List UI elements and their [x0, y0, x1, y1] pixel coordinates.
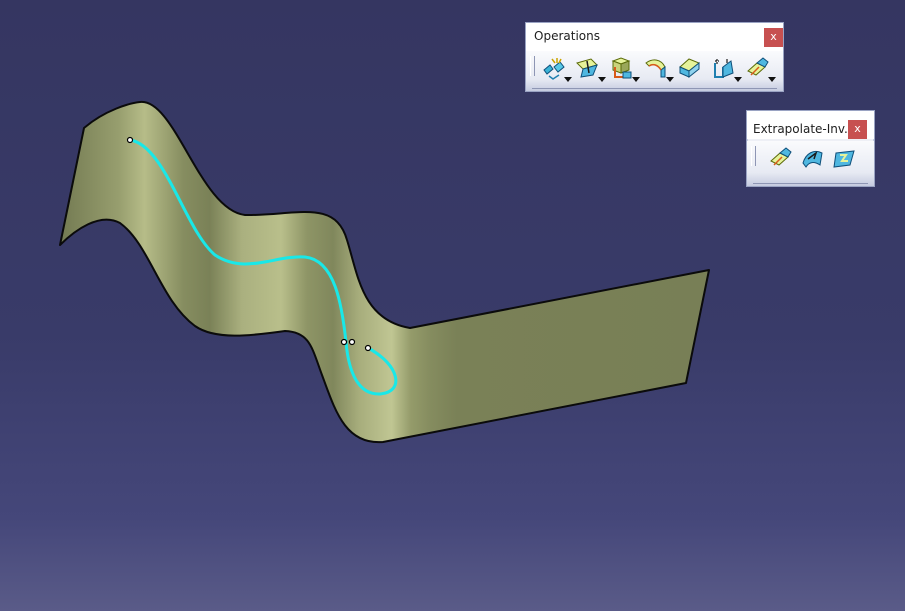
- extract-dropdown-arrow[interactable]: [632, 77, 640, 82]
- extrapolate-button[interactable]: [742, 53, 776, 83]
- extrapolate-invert-toolbar[interactable]: Extrapolate-Inv... x: [746, 110, 875, 187]
- toolbar-grip[interactable]: [530, 56, 535, 76]
- shape-fillet-dropdown-arrow[interactable]: [666, 77, 674, 82]
- curve-start-point[interactable]: [126, 136, 134, 144]
- extrapolate-dropdown-arrow[interactable]: [768, 77, 776, 82]
- near-button[interactable]: [829, 143, 863, 173]
- extrapolate-invert-toolbar-close-button[interactable]: x: [848, 120, 867, 139]
- extrapolate-invert-toolbar-titlebar[interactable]: Extrapolate-Inv... x: [747, 111, 874, 139]
- scaling-button[interactable]: [708, 53, 742, 83]
- curve-point-b[interactable]: [348, 338, 356, 346]
- scaling-dropdown-arrow[interactable]: [734, 77, 742, 82]
- operations-toolbar-titlebar[interactable]: Operations x: [526, 23, 783, 51]
- operations-toolbar-close-button[interactable]: x: [764, 28, 783, 47]
- join-dropdown-arrow[interactable]: [564, 77, 572, 82]
- operations-toolbar-body: [526, 51, 783, 91]
- extrapolate-icon: [770, 147, 792, 166]
- invert-orientation-button[interactable]: [797, 143, 831, 173]
- operations-toolbar[interactable]: Operations x: [525, 22, 784, 92]
- extrapolate-invert-toolbar-title: Extrapolate-Inv...: [753, 122, 847, 136]
- toolbar-bottom-edge: [753, 183, 868, 184]
- translate-icon: [679, 58, 700, 79]
- toolbar-grip[interactable]: [751, 146, 756, 166]
- curve-end-point[interactable]: [364, 344, 372, 352]
- split-button[interactable]: [572, 53, 606, 83]
- extract-button[interactable]: [606, 53, 640, 83]
- operations-toolbar-title: Operations: [534, 29, 600, 43]
- split-dropdown-arrow[interactable]: [598, 77, 606, 82]
- toolbar-bottom-edge: [532, 88, 777, 89]
- shape-fillet-button[interactable]: [640, 53, 674, 83]
- curve-point-a[interactable]: [340, 338, 348, 346]
- swept-surface[interactable]: [59, 100, 710, 444]
- translate-button[interactable]: [674, 53, 708, 83]
- extrapolate-tool-button[interactable]: [765, 143, 799, 173]
- extrapolate-invert-toolbar-body: [747, 141, 874, 186]
- join-button[interactable]: [538, 53, 572, 83]
- invert-orientation-icon: [802, 150, 823, 168]
- near-icon: [833, 150, 855, 168]
